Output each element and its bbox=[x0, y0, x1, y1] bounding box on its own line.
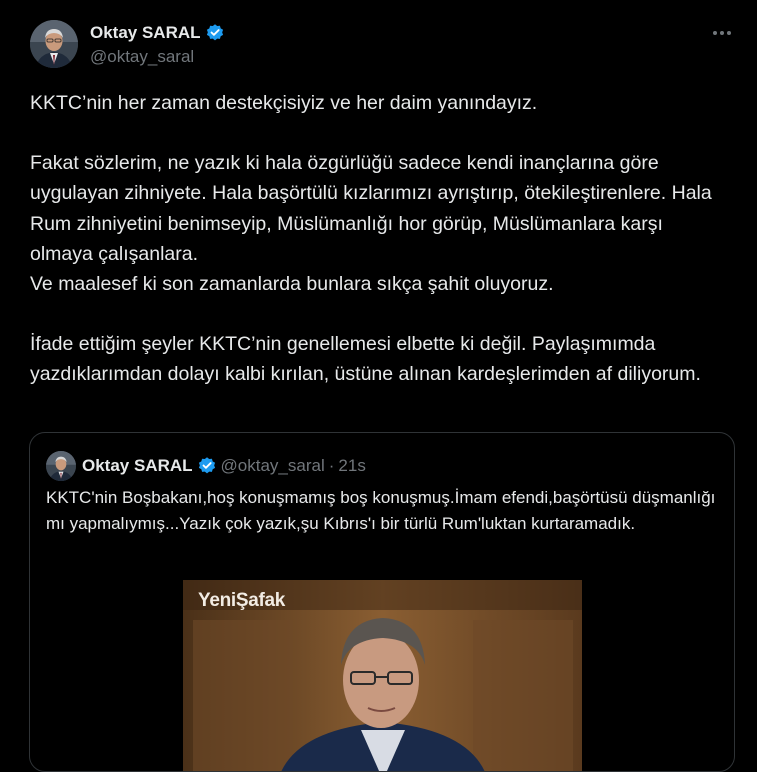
author-name-row[interactable]: Oktay SARAL bbox=[90, 22, 225, 44]
verified-badge-icon bbox=[205, 23, 225, 43]
quoted-separator: · bbox=[328, 456, 335, 475]
quoted-author-avatar bbox=[46, 451, 76, 481]
quoted-media-video[interactable]: YeniŞafak bbox=[183, 580, 582, 771]
more-options-icon[interactable] bbox=[707, 22, 737, 44]
media-watermark: YeniŞafak bbox=[198, 590, 286, 611]
tweet[interactable]: Oktay SARAL @oktay_saral KKTC’nin her za… bbox=[0, 0, 757, 772]
verified-badge-icon bbox=[197, 456, 217, 476]
quoted-header: Oktay SARAL @oktay_saral · 21s bbox=[82, 454, 366, 478]
author-display-name[interactable]: Oktay SARAL bbox=[90, 23, 201, 43]
tweet-paragraph: Fakat sözlerim, ne yazık ki hala özgürlü… bbox=[30, 152, 712, 265]
quoted-timestamp: 21s bbox=[338, 456, 366, 475]
tweet-paragraph: İfade ettiğim şeyler KKTC’nin genellemes… bbox=[30, 333, 701, 386]
quoted-handle: @oktay_saral bbox=[220, 456, 325, 475]
quoted-tweet[interactable]: Oktay SARAL @oktay_saral · 21s KKTC'nin … bbox=[29, 432, 735, 772]
author-handle[interactable]: @oktay_saral bbox=[90, 47, 194, 67]
tweet-text: KKTC’nin her zaman destekçisiyiz ve her … bbox=[30, 88, 730, 390]
tweet-paragraph: KKTC’nin her zaman destekçisiyiz ve her … bbox=[30, 92, 538, 114]
author-avatar[interactable] bbox=[30, 20, 78, 68]
quoted-display-name: Oktay SARAL bbox=[82, 456, 193, 475]
tweet-paragraph: Ve maalesef ki son zamanlarda bunlara sı… bbox=[30, 273, 554, 296]
quoted-text: KKTC'nin Boşbakanı,hoş konuşmamış boş ko… bbox=[46, 488, 716, 533]
